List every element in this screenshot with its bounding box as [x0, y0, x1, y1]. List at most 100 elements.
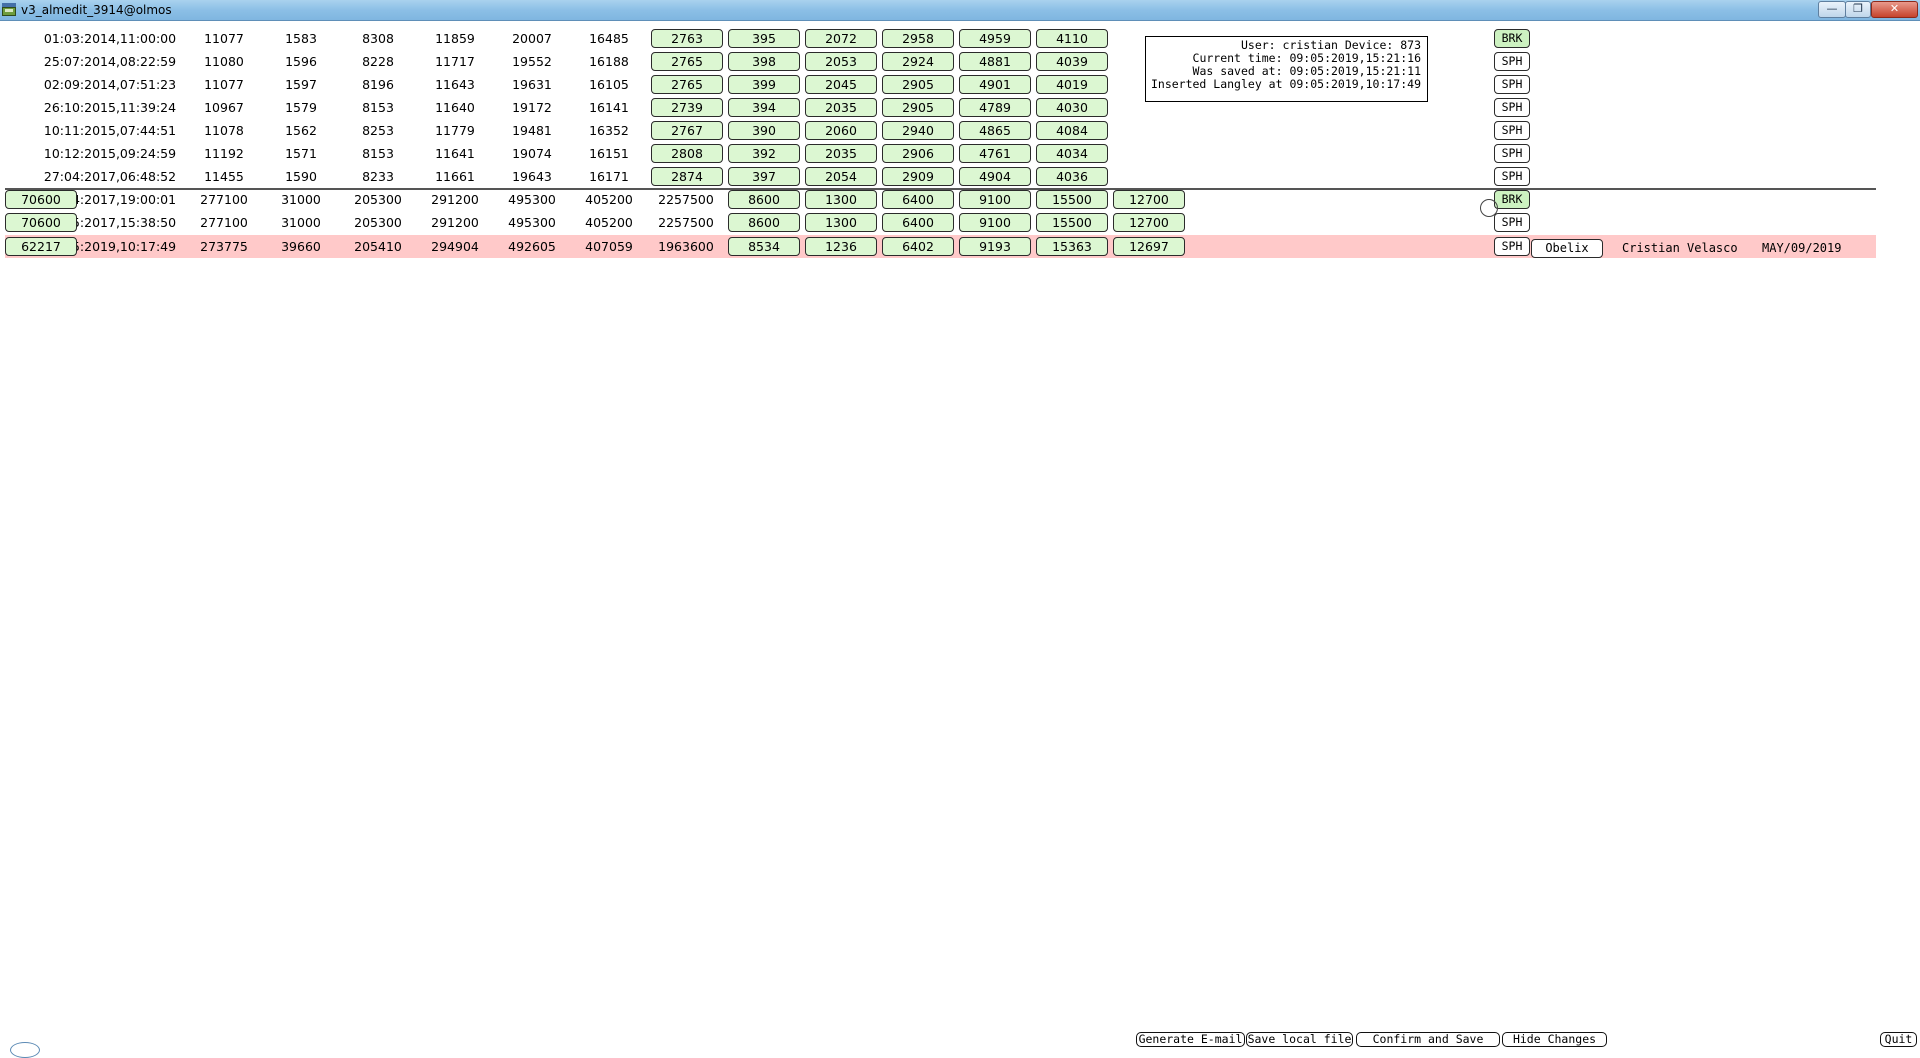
- hide-changes-button[interactable]: Hide Changes: [1502, 1032, 1607, 1047]
- close-button[interactable]: ✕: [1871, 1, 1918, 18]
- value-button[interactable]: 399: [728, 75, 800, 94]
- value-button[interactable]: 4865: [959, 121, 1031, 140]
- value-button[interactable]: 6400: [882, 213, 954, 232]
- row-value: 1597: [285, 77, 317, 92]
- value-button[interactable]: 398: [728, 52, 800, 71]
- value-button[interactable]: 2060: [805, 121, 877, 140]
- value-button[interactable]: 2054: [805, 167, 877, 186]
- row-value: 405200: [585, 192, 633, 207]
- value-button[interactable]: 4084: [1036, 121, 1108, 140]
- value-button[interactable]: 2940: [882, 121, 954, 140]
- value-button[interactable]: 2763: [651, 29, 723, 48]
- value-button[interactable]: 2874: [651, 167, 723, 186]
- value-button[interactable]: 1300: [805, 190, 877, 209]
- value-button[interactable]: 392: [728, 144, 800, 163]
- confirm-and-save-button[interactable]: Confirm and Save: [1356, 1032, 1500, 1047]
- row-value: 10967: [204, 100, 244, 115]
- value-button[interactable]: 2808: [651, 144, 723, 163]
- value-button[interactable]: 2924: [882, 52, 954, 71]
- row-value: 11077: [204, 77, 244, 92]
- value-button[interactable]: 2053: [805, 52, 877, 71]
- value-button[interactable]: 4030: [1036, 98, 1108, 117]
- status-tag-button[interactable]: SPH: [1494, 52, 1530, 71]
- section-divider: [5, 188, 1876, 190]
- value-button[interactable]: 394: [728, 98, 800, 117]
- status-tag-button[interactable]: SPH: [1494, 167, 1530, 186]
- operator-button[interactable]: Obelix: [1531, 239, 1603, 258]
- value-button[interactable]: 70600: [5, 190, 77, 209]
- value-button[interactable]: 2958: [882, 29, 954, 48]
- value-button[interactable]: 8600: [728, 190, 800, 209]
- value-button[interactable]: 62217: [5, 237, 77, 256]
- table-row: 10:11:2015,07:44:51 11078 1562 8253 11779 194…: [5, 119, 1876, 142]
- value-button[interactable]: 395: [728, 29, 800, 48]
- value-button[interactable]: 2905: [882, 75, 954, 94]
- value-button[interactable]: 2765: [651, 75, 723, 94]
- value-button[interactable]: 4959: [959, 29, 1031, 48]
- value-button[interactable]: 8600: [728, 213, 800, 232]
- value-button[interactable]: 2045: [805, 75, 877, 94]
- value-button[interactable]: 2072: [805, 29, 877, 48]
- value-button[interactable]: 4881: [959, 52, 1031, 71]
- value-button[interactable]: 12700: [1113, 213, 1185, 232]
- value-button[interactable]: 4761: [959, 144, 1031, 163]
- value-button[interactable]: 2765: [651, 52, 723, 71]
- value-button[interactable]: 1300: [805, 213, 877, 232]
- generate-email-button[interactable]: Generate E-mail: [1136, 1032, 1245, 1047]
- maximize-button[interactable]: ❐: [1845, 1, 1871, 18]
- status-tag-button[interactable]: SPH: [1494, 121, 1530, 140]
- row-value: 495300: [508, 192, 556, 207]
- value-button[interactable]: 6402: [882, 237, 954, 256]
- value-button[interactable]: 2909: [882, 167, 954, 186]
- value-button[interactable]: 2035: [805, 98, 877, 117]
- value-button[interactable]: 4904: [959, 167, 1031, 186]
- status-tag-button[interactable]: SPH: [1494, 98, 1530, 117]
- value-button[interactable]: 2035: [805, 144, 877, 163]
- value-button[interactable]: 15500: [1036, 190, 1108, 209]
- value-button[interactable]: 4901: [959, 75, 1031, 94]
- value-button[interactable]: 4036: [1036, 167, 1108, 186]
- row-value: 11859: [435, 31, 475, 46]
- row-value: 277100: [200, 192, 248, 207]
- status-tag-button[interactable]: SPH: [1494, 237, 1530, 256]
- value-button[interactable]: 1236: [805, 237, 877, 256]
- value-button[interactable]: 2739: [651, 98, 723, 117]
- value-button[interactable]: 12697: [1113, 237, 1185, 256]
- row-value: 31000: [281, 192, 321, 207]
- value-button[interactable]: 397: [728, 167, 800, 186]
- status-tag-button[interactable]: SPH: [1494, 144, 1530, 163]
- value-button[interactable]: 4110: [1036, 29, 1108, 48]
- status-tag-button[interactable]: BRK: [1494, 29, 1530, 48]
- value-button[interactable]: 390: [728, 121, 800, 140]
- value-button[interactable]: 15500: [1036, 213, 1108, 232]
- row-timestamp: 10:11:2015,07:44:51: [43, 123, 177, 138]
- quit-button[interactable]: Quit: [1880, 1032, 1917, 1047]
- row-value: 1596: [285, 54, 317, 69]
- value-button[interactable]: 4019: [1036, 75, 1108, 94]
- value-button[interactable]: 2906: [882, 144, 954, 163]
- table-row: 01:03:2014,11:00:00 11077 1583 8308 11859 200…: [5, 27, 1876, 50]
- value-button[interactable]: 2767: [651, 121, 723, 140]
- value-button[interactable]: 70600: [5, 213, 77, 232]
- value-button[interactable]: 8534: [728, 237, 800, 256]
- value-button[interactable]: 12700: [1113, 190, 1185, 209]
- window-title: v3_almedit_3914@olmos: [21, 3, 172, 17]
- save-local-file-button[interactable]: Save local file: [1246, 1032, 1353, 1047]
- row-value: 11779: [435, 123, 475, 138]
- status-tag-button[interactable]: SPH: [1494, 213, 1530, 232]
- value-button[interactable]: 4034: [1036, 144, 1108, 163]
- value-button[interactable]: 4789: [959, 98, 1031, 117]
- value-button[interactable]: 6400: [882, 190, 954, 209]
- row-value: 11455: [204, 169, 244, 184]
- row-value: 291200: [431, 215, 479, 230]
- status-tag-button[interactable]: SPH: [1494, 75, 1530, 94]
- value-button[interactable]: 4039: [1036, 52, 1108, 71]
- row-value: 11077: [204, 31, 244, 46]
- value-button[interactable]: 15363: [1036, 237, 1108, 256]
- status-tag-button[interactable]: BRK: [1494, 190, 1530, 209]
- value-button[interactable]: 9100: [959, 190, 1031, 209]
- value-button[interactable]: 9193: [959, 237, 1031, 256]
- value-button[interactable]: 2905: [882, 98, 954, 117]
- minimize-button[interactable]: —: [1818, 1, 1846, 18]
- value-button[interactable]: 9100: [959, 213, 1031, 232]
